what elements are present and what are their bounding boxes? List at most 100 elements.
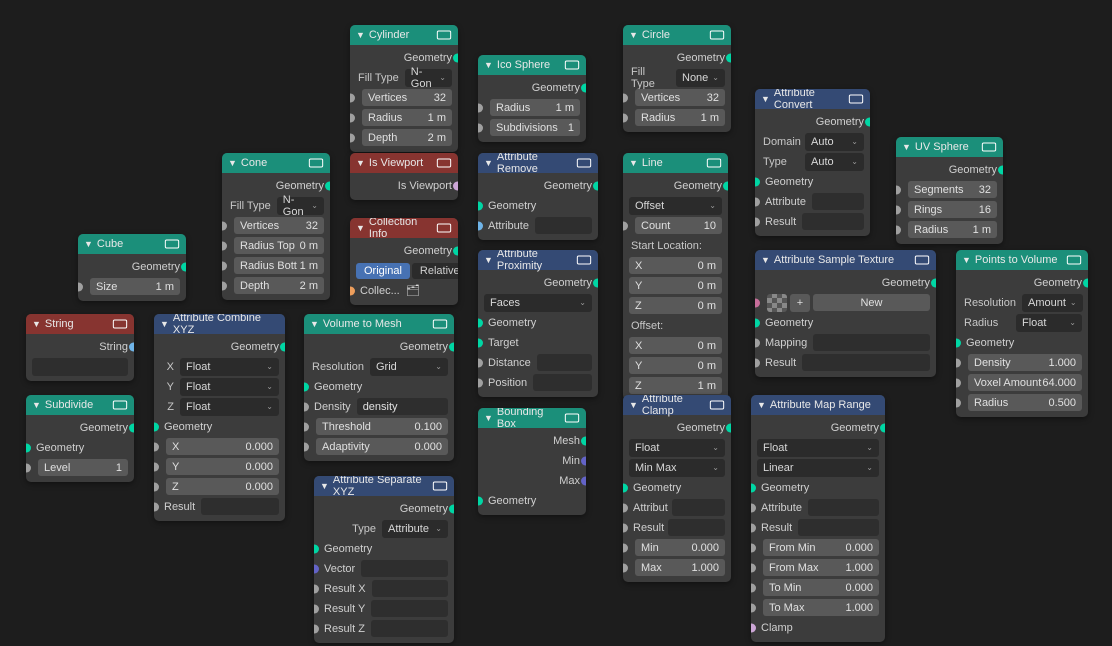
texture-swatch[interactable] (767, 294, 787, 312)
node-header[interactable]: ▼UV Sphere (896, 137, 1003, 157)
select-radius[interactable]: Float⌄ (1016, 314, 1082, 332)
string-input[interactable] (32, 358, 128, 376)
display-icon[interactable] (914, 254, 930, 266)
select-y[interactable]: Float⌄ (180, 378, 279, 396)
collapse-icon[interactable]: ▼ (356, 30, 365, 40)
node-header[interactable]: ▼Attribute Clamp (623, 395, 731, 415)
display-icon[interactable] (164, 238, 180, 250)
select-interp[interactable]: Linear⌄ (757, 459, 879, 477)
node-string[interactable]: ▼String String (26, 314, 134, 381)
display-icon[interactable] (432, 480, 448, 492)
collapse-icon[interactable]: ▼ (484, 60, 493, 70)
node-cube[interactable]: ▼Cube Geometry Size1 m (78, 234, 186, 301)
node-attr-proximity[interactable]: ▼Attribute Proximity Geometry Faces⌄ Geo… (478, 250, 598, 397)
new-button[interactable]: New (860, 297, 882, 309)
node-volume-to-mesh[interactable]: ▼Volume to Mesh Geometry ResolutionGrid⌄… (304, 314, 454, 461)
node-header[interactable]: ▼Is Viewport (350, 153, 458, 173)
collapse-icon[interactable]: ▼ (32, 319, 41, 329)
collapse-icon[interactable]: ▼ (629, 400, 638, 410)
node-header[interactable]: ▼Attribute Map Range (751, 395, 885, 415)
display-icon[interactable] (1066, 254, 1082, 266)
node-attr-separate-xyz[interactable]: ▼Attribute Separate XYZ Geometry TypeAtt… (314, 476, 454, 643)
node-circle[interactable]: ▼Circle Geometry Fill TypeNone⌄ Vertices… (623, 25, 731, 132)
collapse-icon[interactable]: ▼ (356, 223, 365, 233)
node-attr-remove[interactable]: ▼Attribute Remove Geometry Geometry Attr… (478, 153, 598, 240)
select-x[interactable]: Float⌄ (180, 358, 279, 376)
node-header[interactable]: ▼Attribute Separate XYZ (314, 476, 454, 496)
result-input[interactable] (201, 498, 279, 515)
node-isviewport[interactable]: ▼Is Viewport Is Viewport (350, 153, 458, 200)
collapse-icon[interactable]: ▼ (962, 255, 971, 265)
node-header[interactable]: ▼Circle (623, 25, 731, 45)
select-z[interactable]: Float⌄ (180, 398, 279, 416)
node-attr-map-range[interactable]: ▼Attribute Map Range Geometry Float⌄ Lin… (751, 395, 885, 642)
node-header[interactable]: ▼Collection Info (350, 218, 458, 238)
node-header[interactable]: ▼Attribute Proximity (478, 250, 598, 270)
collapse-icon[interactable]: ▼ (484, 158, 493, 168)
display-icon[interactable] (432, 318, 448, 330)
display-icon[interactable] (706, 157, 722, 169)
collapse-icon[interactable]: ▼ (484, 255, 493, 265)
collapse-icon[interactable]: ▼ (629, 30, 638, 40)
node-header[interactable]: ▼Cube (78, 234, 186, 254)
node-header[interactable]: ▼Attribute Sample Texture (755, 250, 936, 270)
select-filltype[interactable]: N-Gon⌄ (277, 197, 324, 215)
display-icon[interactable] (436, 29, 452, 41)
node-header[interactable]: ▼Bounding Box (478, 408, 586, 428)
node-collectioninfo[interactable]: ▼Collection Info Geometry OriginalRelati… (350, 218, 458, 305)
select-type[interactable]: Float⌄ (629, 439, 725, 457)
display-icon[interactable] (308, 157, 324, 169)
node-header[interactable]: ▼Ico Sphere (478, 55, 586, 75)
node-bounding-box[interactable]: ▼Bounding Box Mesh Min Max Geometry (478, 408, 586, 515)
node-header[interactable]: ▼Points to Volume (956, 250, 1088, 270)
node-cylinder[interactable]: ▼Cylinder Geometry Fill TypeN-Gon⌄ Verti… (350, 25, 458, 152)
display-icon[interactable] (564, 412, 580, 424)
collapse-icon[interactable]: ▼ (310, 319, 319, 329)
collapse-icon[interactable]: ▼ (761, 94, 770, 104)
node-subdivide[interactable]: ▼Subdivide Geometry Geometry Level1 (26, 395, 134, 482)
node-attr-clamp[interactable]: ▼Attribute Clamp Geometry Float⌄ Min Max… (623, 395, 731, 582)
collapse-icon[interactable]: ▼ (629, 158, 638, 168)
select-resolution[interactable]: Grid⌄ (370, 358, 448, 376)
node-uvsphere[interactable]: ▼UV Sphere Geometry Segments32 Rings16 R… (896, 137, 1003, 244)
node-header[interactable]: ▼Attribute Combine XYZ (154, 314, 285, 334)
display-icon[interactable] (436, 222, 452, 234)
select-filltype[interactable]: N-Gon⌄ (405, 69, 452, 87)
node-header[interactable]: ▼Subdivide (26, 395, 134, 415)
node-header[interactable]: ▼Line (623, 153, 728, 173)
node-icosphere[interactable]: ▼Ico Sphere Geometry Radius1 m Subdivisi… (478, 55, 586, 142)
display-icon[interactable] (112, 399, 128, 411)
node-line[interactable]: ▼Line Geometry Offset⌄ Count10 Start Loc… (623, 153, 728, 400)
node-cone[interactable]: ▼Cone Geometry Fill TypeN-Gon⌄ Vertices3… (222, 153, 330, 300)
select-type[interactable]: Float⌄ (757, 439, 879, 457)
collapse-icon[interactable]: ▼ (84, 239, 93, 249)
display-icon[interactable] (709, 399, 725, 411)
collapse-icon[interactable]: ▼ (757, 400, 766, 410)
node-header[interactable]: ▼String (26, 314, 134, 334)
display-icon[interactable] (112, 318, 128, 330)
collection-icon[interactable]: 🗂 (406, 284, 420, 297)
collapse-icon[interactable]: ▼ (320, 481, 329, 491)
node-attr-sample-texture[interactable]: ▼Attribute Sample Texture Geometry +New … (755, 250, 936, 377)
node-header[interactable]: ▼Volume to Mesh (304, 314, 454, 334)
display-icon[interactable] (564, 59, 580, 71)
select-mode[interactable]: Min Max⌄ (629, 459, 725, 477)
display-icon[interactable] (576, 157, 592, 169)
select-type[interactable]: Auto⌄ (805, 153, 864, 171)
display-icon[interactable] (709, 29, 725, 41)
select-domain[interactable]: Auto⌄ (805, 133, 864, 151)
node-header[interactable]: ▼Cone (222, 153, 330, 173)
collapse-icon[interactable]: ▼ (160, 319, 169, 329)
btn-relative[interactable]: Relative (412, 263, 458, 279)
node-header[interactable]: ▼Attribute Remove (478, 153, 598, 173)
display-icon[interactable] (981, 141, 997, 153)
collapse-icon[interactable]: ▼ (761, 255, 770, 265)
add-button[interactable]: + (790, 294, 810, 312)
collapse-icon[interactable]: ▼ (228, 158, 237, 168)
select-type[interactable]: Attribute⌄ (382, 520, 448, 538)
select-mode[interactable]: Offset⌄ (629, 197, 722, 215)
collapse-icon[interactable]: ▼ (356, 158, 365, 168)
node-header[interactable]: ▼Cylinder (350, 25, 458, 45)
collapse-icon[interactable]: ▼ (484, 413, 493, 423)
display-icon[interactable] (576, 254, 592, 266)
